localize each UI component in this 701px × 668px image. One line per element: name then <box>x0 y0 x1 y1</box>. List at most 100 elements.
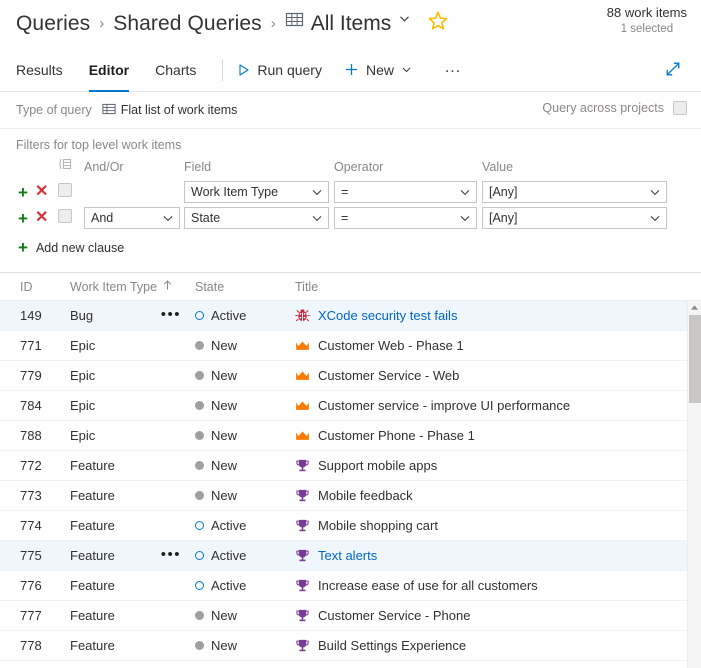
group-clauses-icon[interactable] <box>58 158 73 174</box>
cell-work-item-type-label: Epic <box>70 338 96 353</box>
trophy-icon <box>295 638 310 653</box>
cell-id: 779 <box>20 368 42 383</box>
work-item-title-link[interactable]: Customer Phone - Phase 1 <box>318 428 475 443</box>
cell-state: New <box>195 638 295 653</box>
table-row[interactable]: 776 Feature Active Increase ease of use for… <box>0 571 701 601</box>
table-row[interactable]: 771 Epic New Customer Web - Phase 1 <box>0 331 701 361</box>
operator-select-row2[interactable]: = <box>334 207 477 229</box>
table-row[interactable]: 773 Feature New Mobile feedback <box>0 481 701 511</box>
value-select-row1[interactable]: [Any] <box>482 181 667 203</box>
column-header-title-label: Title <box>295 279 319 294</box>
operator-value-row2: = <box>341 211 349 225</box>
work-item-title-link[interactable]: Text alerts <box>318 548 377 563</box>
run-query-button[interactable]: Run query <box>237 62 322 78</box>
column-header-title[interactable]: Title <box>295 280 701 294</box>
table-row[interactable]: 775 Feature ••• Active Text alerts <box>0 541 701 571</box>
query-type-value[interactable]: Flat list of work items <box>102 102 237 119</box>
breadcrumb-current-query[interactable]: All Items <box>311 12 392 36</box>
query-type-row: Type of query Flat list of work items Qu… <box>0 95 701 125</box>
value-select-row2[interactable]: [Any] <box>482 207 667 229</box>
breadcrumb-folder[interactable]: Shared Queries <box>113 12 261 36</box>
cell-id: 784 <box>20 398 42 413</box>
tab-editor[interactable]: Editor <box>88 48 130 92</box>
column-header-state[interactable]: State <box>195 280 295 294</box>
remove-clause-row-icon[interactable]: ✕ <box>35 184 48 200</box>
state-active-circle-icon <box>195 551 204 560</box>
results-vertical-scrollbar[interactable] <box>687 301 701 668</box>
column-header-state-label: State <box>195 279 225 294</box>
operator-value-row1: = <box>341 185 349 199</box>
expand-diagonal-icon[interactable] <box>663 59 683 84</box>
state-active-circle-icon <box>195 521 204 530</box>
andor-select-row2[interactable]: And <box>84 207 180 229</box>
clause-group-checkbox[interactable] <box>58 208 72 223</box>
clause-group-checkbox[interactable] <box>58 182 72 197</box>
chevron-down-icon[interactable] <box>398 12 411 30</box>
trophy-icon <box>295 488 310 503</box>
work-item-title-link[interactable]: Customer Web - Phase 1 <box>318 338 464 353</box>
cell-title: Customer Service - Web <box>295 368 701 383</box>
run-query-label: Run query <box>257 61 322 78</box>
tab-charts[interactable]: Charts <box>155 48 196 92</box>
state-active-circle-icon <box>195 581 204 590</box>
field-value-row1: Work Item Type <box>191 185 279 199</box>
work-item-title-link[interactable]: Mobile shopping cart <box>318 518 438 533</box>
cell-state: New <box>195 398 295 413</box>
column-header-work-item-type[interactable]: Work Item Type <box>70 279 195 294</box>
cell-title: Mobile shopping cart <box>295 518 701 533</box>
query-across-projects-label: Query across projects <box>542 101 664 115</box>
chevron-down-icon <box>459 186 471 198</box>
field-select-row2[interactable]: State <box>184 207 329 229</box>
cell-state-label: Active <box>211 518 247 533</box>
operator-select-row1[interactable]: = <box>334 181 477 203</box>
cell-work-item-type: Feature <box>70 638 195 653</box>
cell-state-label: New <box>211 428 238 443</box>
add-clause-row-icon[interactable]: + <box>18 210 28 227</box>
cell-work-item-type-label: Feature <box>70 488 115 503</box>
query-across-projects-checkbox[interactable] <box>673 101 687 115</box>
table-row[interactable]: 772 Feature New Support mobile apps <box>0 451 701 481</box>
cell-work-item-type: Feature <box>70 608 195 623</box>
work-item-title-link[interactable]: XCode security test fails <box>318 308 457 323</box>
cell-work-item-type-label: Feature <box>70 518 115 533</box>
work-item-title-link[interactable]: Customer service - improve UI performanc… <box>318 398 570 413</box>
work-item-title-link[interactable]: Customer Service - Web <box>318 368 459 383</box>
breadcrumb-separator: › <box>270 14 276 32</box>
table-row[interactable]: 784 Epic New Customer service - improve UI … <box>0 391 701 421</box>
chevron-down-icon <box>401 62 412 78</box>
query-editor-page: Queries › Shared Queries › All Items 88 … <box>0 0 701 668</box>
table-row[interactable]: 149 Bug ••• Active XCode security test fails <box>0 301 701 331</box>
column-header-id[interactable]: ID <box>0 280 70 294</box>
breadcrumb-root[interactable]: Queries <box>16 12 90 36</box>
table-row[interactable]: 779 Epic New Customer Service - Web <box>0 361 701 391</box>
add-clause-row-icon[interactable]: + <box>18 184 28 201</box>
scrollbar-thumb[interactable] <box>689 315 701 403</box>
cell-work-item-type: Feature <box>70 518 195 533</box>
tab-results[interactable]: Results <box>16 48 63 92</box>
table-row[interactable]: 774 Feature Active Mobile shopping cart <box>0 511 701 541</box>
new-work-item-button[interactable]: New <box>344 62 412 78</box>
add-new-clause-button[interactable]: + Add new clause <box>0 231 701 256</box>
cell-state: New <box>195 458 295 473</box>
scroll-up-arrow-icon[interactable] <box>688 301 701 314</box>
grid-header-row: ID Work Item Type State Title <box>0 273 701 301</box>
table-row[interactable]: 777 Feature New Customer Service - Phone <box>0 601 701 631</box>
table-row[interactable]: 778 Feature New Build Settings Experience <box>0 631 701 661</box>
field-select-row1[interactable]: Work Item Type <box>184 181 329 203</box>
work-item-title-link[interactable]: Support mobile apps <box>318 458 437 473</box>
value-header: Value <box>482 160 514 174</box>
more-commands-ellipsis[interactable]: … <box>444 57 464 77</box>
cell-state-label: New <box>211 488 238 503</box>
value-value-row1: [Any] <box>489 185 518 199</box>
work-item-title-link[interactable]: Mobile feedback <box>318 488 413 503</box>
work-item-title-link[interactable]: Increase ease of use for all customers <box>318 578 538 593</box>
cell-id: 771 <box>20 338 42 353</box>
query-across-projects[interactable]: Query across projects <box>542 101 687 115</box>
work-item-title-link[interactable]: Build Settings Experience <box>318 638 466 653</box>
filters-section-title: Filters for top level work items <box>16 138 182 152</box>
work-item-title-link[interactable]: Customer Service - Phone <box>318 608 470 623</box>
table-row[interactable]: 788 Epic New Customer Phone - Phase 1 <box>0 421 701 451</box>
cell-work-item-type: Feature <box>70 488 195 503</box>
remove-clause-row-icon[interactable]: ✕ <box>35 210 48 226</box>
star-icon[interactable] <box>427 10 449 37</box>
